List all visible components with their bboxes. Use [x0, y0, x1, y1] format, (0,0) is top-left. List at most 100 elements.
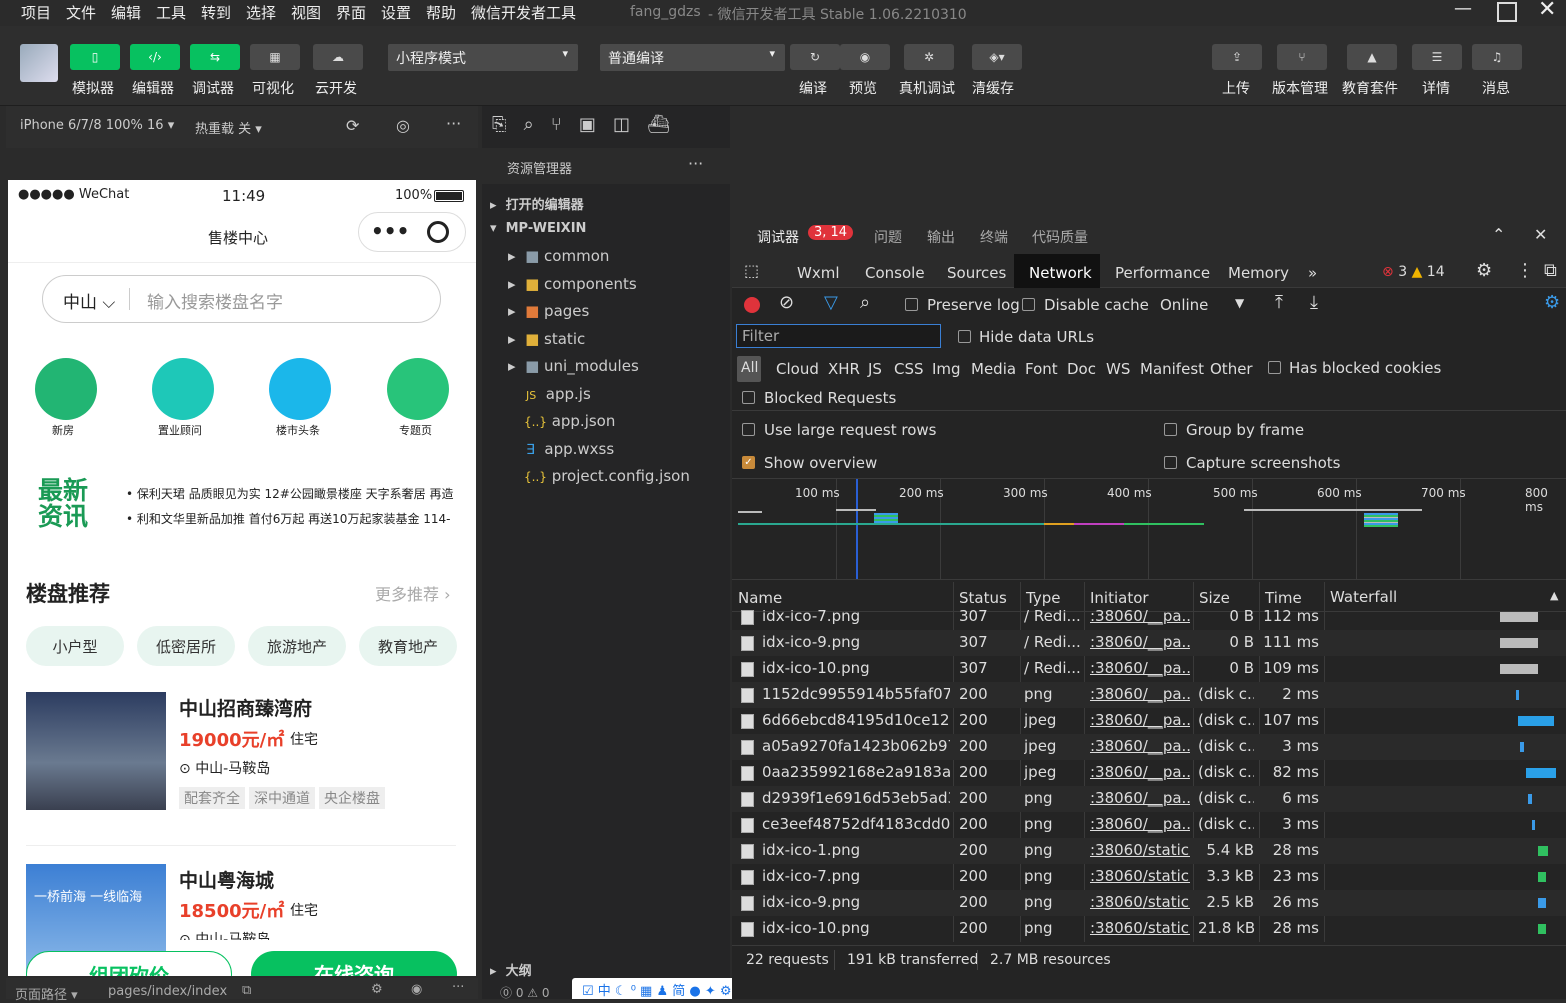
dock-icon[interactable]: ⧉	[1544, 260, 1557, 281]
type-other[interactable]: Other	[1210, 360, 1253, 378]
search-icon[interactable]: ⌕	[860, 292, 870, 313]
table-row[interactable]: idx-ico-9.png 307 / Redi...:38060/__pa... 0…	[732, 630, 1566, 656]
visual-button[interactable]: ▦	[250, 44, 300, 70]
menu-select[interactable]: 选择	[246, 2, 276, 23]
menu-goto[interactable]: 转到	[201, 2, 231, 23]
type-js[interactable]: JS	[868, 360, 882, 378]
debugger-button[interactable]: ⇆	[190, 44, 240, 70]
messages-button[interactable]: ♫	[1472, 44, 1522, 70]
open-editors-section[interactable]: ▸ 打开的编辑器	[490, 194, 584, 213]
menu-help[interactable]: 帮助	[426, 2, 456, 23]
clear-icon[interactable]: ⊘	[779, 292, 794, 313]
hide-data-urls-checkbox[interactable]	[958, 330, 971, 343]
table-row[interactable]: idx-ico-10.png 307 / Redi...:38060/__pa...…	[732, 656, 1566, 682]
cell-initiator[interactable]: :38060/__pa...	[1090, 685, 1190, 703]
tab-performance[interactable]: Performance	[1115, 264, 1210, 282]
table-row[interactable]: idx-ico-7.png 307 / Redi...:38060/__pa... 0…	[732, 610, 1566, 630]
copy-icon[interactable]: ⧉	[242, 983, 251, 998]
explorer-more-icon[interactable]: ···	[688, 154, 703, 173]
cell-initiator[interactable]: :38060/__pa...	[1090, 711, 1190, 729]
docker-icon[interactable]: ⛴	[647, 114, 670, 135]
type-img[interactable]: Img	[932, 360, 961, 378]
cell-initiator[interactable]: :38060/static...	[1090, 893, 1190, 911]
chip-education[interactable]: 教育地产	[359, 626, 457, 666]
tree-item-app-js[interactable]: JS app.js	[526, 385, 591, 403]
menu-file[interactable]: 文件	[66, 2, 96, 23]
col-name[interactable]: Name	[738, 589, 782, 607]
inspect-icon[interactable]: ⬚	[744, 261, 759, 280]
tab-console[interactable]: Console	[865, 264, 925, 282]
record-icon[interactable]: ◎	[396, 116, 410, 135]
eye-icon[interactable]: ◉	[411, 982, 422, 997]
version-button[interactable]: ⑂	[1277, 44, 1327, 70]
listing-name[interactable]: 中山粤海城	[179, 866, 274, 893]
table-row[interactable]: 6d66ebcd84195d10ce125... 200 jpeg:38060/__…	[732, 708, 1566, 734]
storage-icon[interactable]: ◫	[613, 114, 630, 135]
menu-project[interactable]: 项目	[21, 2, 51, 23]
sort-icon[interactable]: ▲	[1550, 589, 1558, 602]
col-initiator[interactable]: Initiator	[1090, 589, 1149, 607]
tab-code-quality[interactable]: 代码质量	[1032, 227, 1088, 247]
disable-cache-checkbox[interactable]	[1022, 298, 1035, 311]
page-path-toggle[interactable]: 页面路径 ▾	[15, 984, 78, 1003]
search-icon[interactable]: ⌕	[524, 114, 534, 135]
cell-initiator[interactable]: :38060/static...	[1090, 867, 1190, 885]
chip-low-density[interactable]: 低密居所	[137, 626, 235, 666]
show-overview-checkbox[interactable]: ✓	[742, 456, 755, 469]
table-row[interactable]: a05a9270fa1423b062b97f... 200 jpeg:38060/_…	[732, 734, 1566, 760]
menu-view[interactable]: 视图	[291, 2, 321, 23]
news-item[interactable]: • 利和文华里新品加推 首付6万起 再送10万起家装基金 114-	[126, 510, 466, 527]
chip-tourism[interactable]: 旅游地产	[248, 626, 346, 666]
filter-icon[interactable]: ▽	[824, 292, 838, 313]
throttle-select[interactable]: Online	[1160, 296, 1208, 314]
filter-input[interactable]: Filter	[736, 324, 941, 348]
tree-item-project-config[interactable]: {..} project.config.json	[524, 467, 690, 485]
collapse-icon[interactable]: ⌃	[1492, 225, 1505, 244]
col-waterfall[interactable]: Waterfall	[1330, 588, 1397, 606]
table-row[interactable]: ce3eef48752df4183cdd02... 200 png:38060/__…	[732, 812, 1566, 838]
avatar[interactable]	[20, 44, 58, 82]
tab-network[interactable]: Network	[1029, 264, 1092, 282]
edu-button[interactable]: ▲	[1347, 44, 1397, 70]
root-folder[interactable]: ▾ MP-WEIXIN	[490, 221, 586, 236]
network-settings-icon[interactable]: ⚙	[1544, 292, 1560, 313]
col-type[interactable]: Type	[1026, 589, 1060, 607]
upload-button[interactable]: ⇪	[1212, 44, 1262, 70]
capture-checkbox[interactable]	[1164, 456, 1177, 469]
more-dots-icon[interactable]: •••	[371, 219, 409, 243]
import-icon[interactable]: ⤒	[1275, 292, 1283, 313]
cloud-button[interactable]: ☁	[313, 44, 363, 70]
export-icon[interactable]: ⤓	[1310, 292, 1318, 313]
more-tabs-icon[interactable]: »	[1308, 264, 1317, 282]
headline-icon[interactable]	[269, 358, 331, 420]
close-mini-icon[interactable]	[427, 221, 449, 243]
col-status[interactable]: Status	[959, 589, 1007, 607]
type-media[interactable]: Media	[971, 360, 1016, 378]
group-frame-checkbox[interactable]	[1164, 423, 1177, 436]
cell-initiator[interactable]: :38060/static...	[1090, 919, 1190, 937]
type-css[interactable]: CSS	[894, 360, 924, 378]
search-bar[interactable]: 中山 ⌵ 输入搜索楼盘名字	[42, 275, 441, 323]
table-row[interactable]: idx-ico-10.png 200 png:38060/static... 21.8…	[732, 916, 1566, 942]
menu-edit[interactable]: 编辑	[111, 2, 141, 23]
tab-debugger[interactable]: 调试器	[757, 227, 799, 247]
topic-icon[interactable]	[387, 358, 449, 420]
cell-initiator[interactable]: :38060/static...	[1090, 841, 1190, 859]
real-debug-button[interactable]: ✲	[904, 44, 954, 70]
capsule-menu[interactable]: •••	[358, 212, 466, 252]
tree-item-uni-modules[interactable]: ▸ ■ uni_modules	[508, 357, 639, 375]
close-icon[interactable]: ✕	[1538, 0, 1556, 22]
tree-item-common[interactable]: ▸ ■ common	[508, 247, 609, 265]
table-row[interactable]: idx-ico-1.png 200 png:38060/static... 5.4 k…	[732, 838, 1566, 864]
cell-initiator[interactable]: :38060/__pa...	[1090, 737, 1190, 755]
type-doc[interactable]: Doc	[1067, 360, 1096, 378]
new-house-icon[interactable]	[35, 358, 97, 420]
chevron-down-icon[interactable]: ▼	[1235, 296, 1244, 310]
tree-item-app-wxss[interactable]: ∃ app.wxss	[526, 440, 614, 458]
tree-item-app-json[interactable]: {..} app.json	[524, 412, 615, 430]
minimize-icon[interactable]: —	[1454, 0, 1472, 19]
tab-output[interactable]: 输出	[927, 227, 955, 247]
cell-initiator[interactable]: :38060/__pa...	[1090, 610, 1190, 625]
mode-select[interactable]: 小程序模式	[388, 44, 578, 71]
tab-sources[interactable]: Sources	[947, 264, 1006, 282]
